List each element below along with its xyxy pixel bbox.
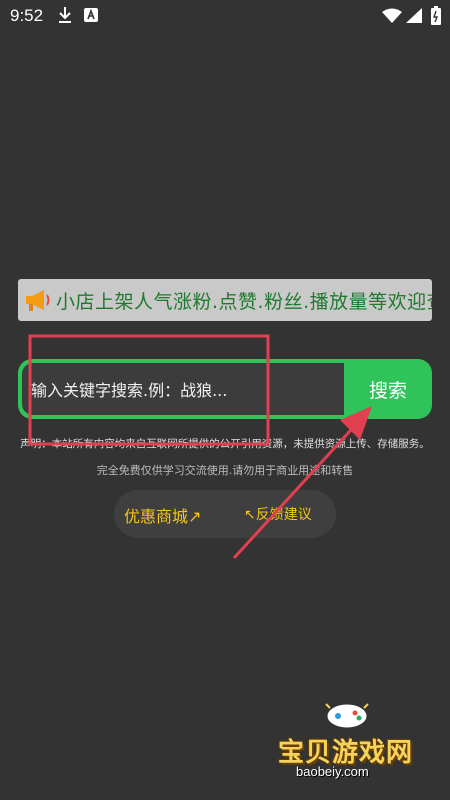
battery-icon (431, 6, 441, 25)
megaphone-icon (26, 290, 50, 311)
download-icon (59, 7, 71, 23)
announcement-marquee: 小店上架人气涨粉.点赞.粉丝.播放量等欢迎查看 (18, 279, 432, 321)
shop-link[interactable]: 优惠商城↗ (124, 503, 201, 527)
search-button[interactable]: 搜索 (344, 359, 432, 419)
marquee-text: 小店上架人气涨粉.点赞.粉丝.播放量等欢迎查看 (56, 290, 432, 313)
search-bar: 输入关键字搜索.例：战狼... 搜索 (18, 359, 432, 419)
gamepad-logo (325, 703, 369, 729)
search-input[interactable]: 输入关键字搜索.例：战狼... (22, 363, 344, 415)
a-badge-icon (84, 8, 98, 22)
signal-icon (406, 8, 422, 23)
status-time: 9:52 (10, 6, 44, 25)
feedback-link[interactable]: ↖反馈建议 (244, 504, 312, 524)
status-bar: 9:52 (0, 0, 450, 32)
search-placeholder: 输入关键字搜索.例：战狼... (31, 381, 228, 400)
disclaimer-line-1: 声明：本站所有内容均来自互联网所提供的公开引用资源，未提供资源上传、存储服务。 (20, 438, 430, 450)
disclaimer-line-2: 完全免费仅供学习交流使用.请勿用于商业用途和转售 (96, 464, 354, 477)
watermark-url: baobeiy.com (296, 764, 369, 779)
wifi-icon (382, 8, 402, 23)
links-pill: 优惠商城↗ ↖反馈建议 (114, 490, 336, 538)
